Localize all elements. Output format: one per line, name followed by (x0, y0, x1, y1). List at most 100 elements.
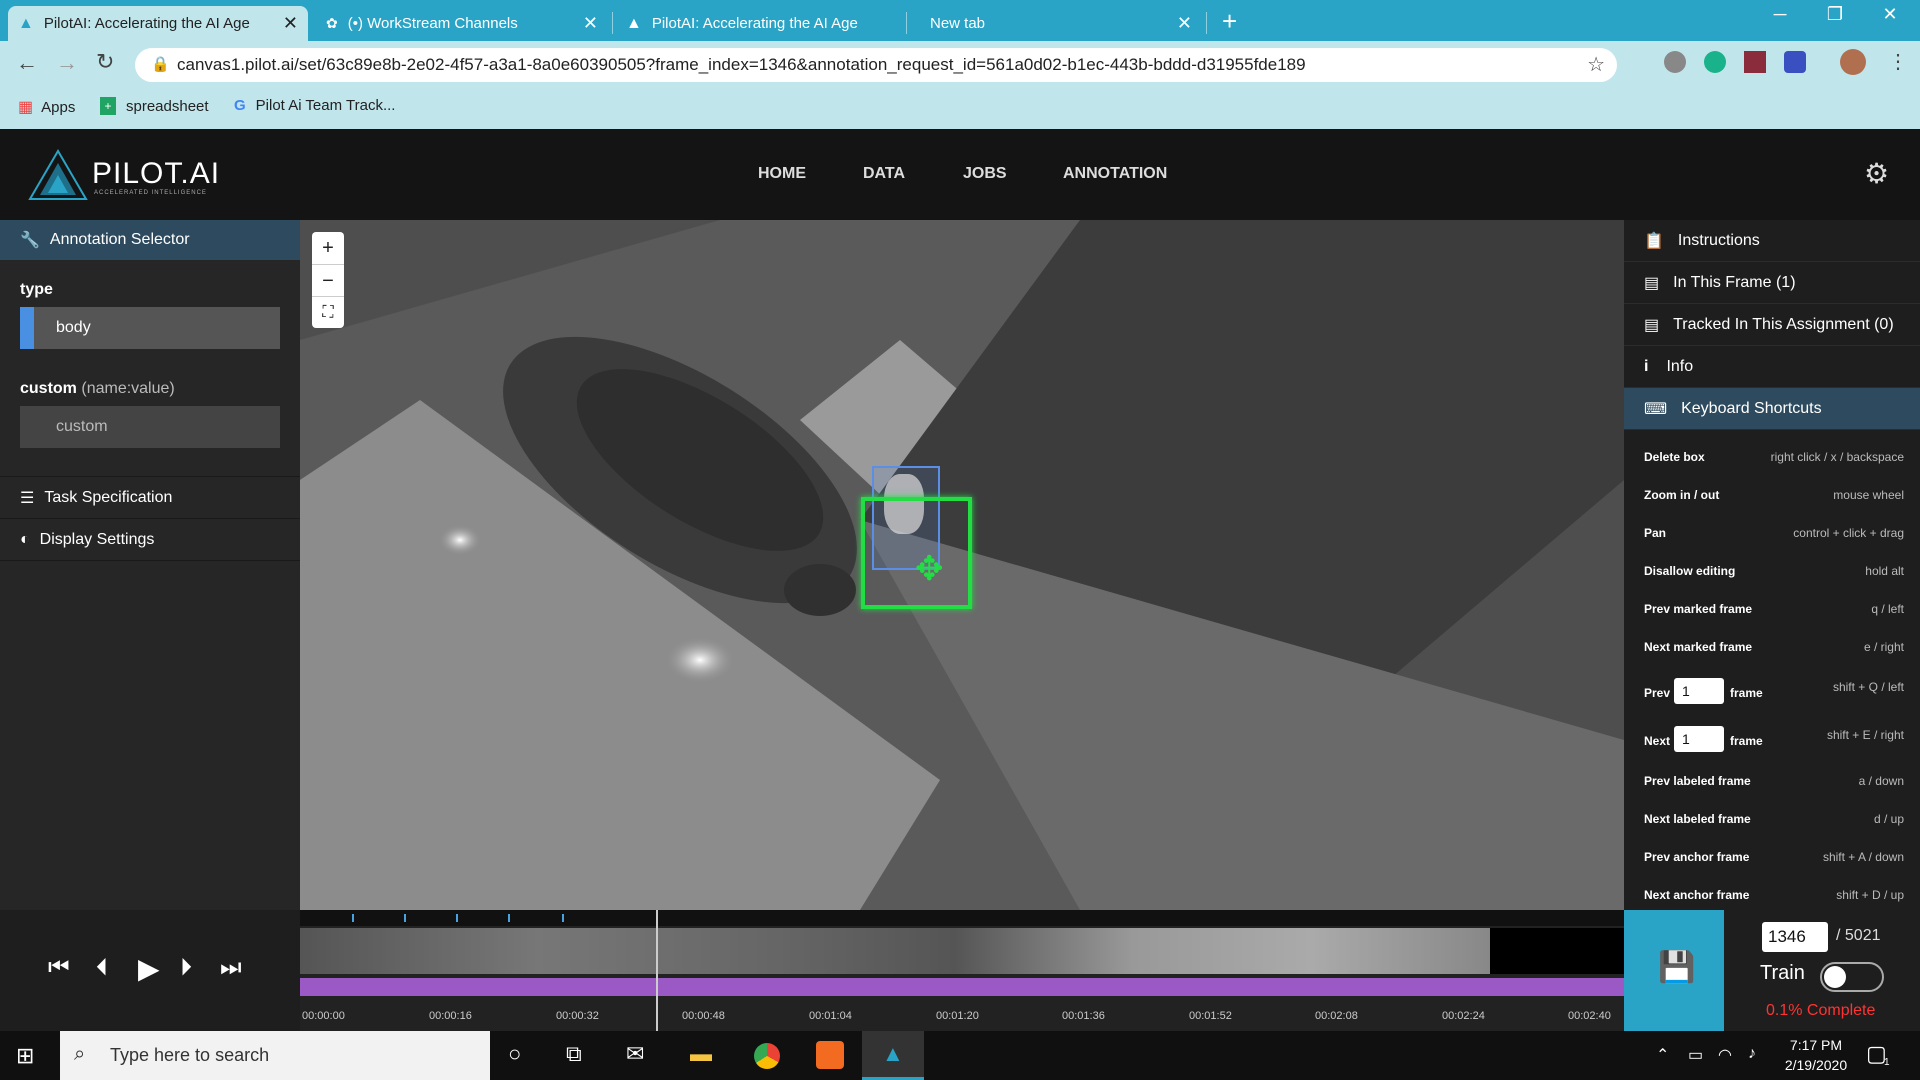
nav-jobs[interactable]: JOBS (963, 165, 1007, 183)
shortcut-keys: a / down (1858, 774, 1904, 788)
next-n-input[interactable]: 1 (1674, 726, 1724, 752)
pilot-favicon-icon: ▲ (626, 14, 642, 32)
menu-kebab-icon[interactable]: ⋮ (1888, 49, 1908, 74)
tab-title: New tab (930, 15, 986, 32)
gear-icon[interactable]: ⚙ (1864, 157, 1889, 190)
restore-icon[interactable]: ❐ (1815, 4, 1855, 25)
custom-input[interactable]: custom (20, 406, 280, 448)
chevron-up-icon[interactable]: ⌃ (1656, 1045, 1669, 1065)
nav-annotation[interactable]: ANNOTATION (1063, 165, 1167, 183)
frame-number-input[interactable]: 1346 (1762, 922, 1828, 952)
shortcut-row: Prev labeled frame a / down (1644, 774, 1904, 794)
shortcut-keys: right click / x / backspace (1770, 450, 1904, 464)
keyboard-shortcuts-label: Keyboard Shortcuts (1681, 399, 1822, 417)
pilot-logo[interactable] (28, 149, 88, 206)
instructions-item[interactable]: 📋 Instructions (1624, 220, 1920, 262)
close-tab-icon[interactable]: ✕ (283, 13, 298, 34)
forward-icon[interactable]: → (56, 50, 78, 76)
time-tick: 00:01:04 (809, 1010, 852, 1022)
annotation-selector-header[interactable]: 🔧 Annotation Selector (0, 220, 300, 260)
annotation-bounding-box[interactable]: ✥ (861, 497, 972, 609)
save-button[interactable]: 💾 (1624, 910, 1724, 1031)
zoom-in-icon[interactable]: + (312, 232, 344, 264)
extension-icon[interactable] (1664, 51, 1686, 73)
battery-icon[interactable]: ▭ (1688, 1045, 1703, 1065)
shortcut-name: Prev labeled frame (1644, 774, 1751, 788)
display-settings-item[interactable]: ◐ Display Settings (0, 520, 300, 560)
extension-icon[interactable] (1704, 51, 1726, 73)
clock-date[interactable]: 2/19/2020 (1780, 1057, 1852, 1073)
address-bar[interactable]: 🔒 canvas1.pilot.ai/set/63c89e8b-2e02-4f5… (135, 48, 1617, 82)
chrome-icon[interactable] (754, 1043, 780, 1069)
browser-tab-active[interactable]: ▲ PilotAI: Accelerating the AI Age ✕ (8, 6, 308, 41)
instructions-label: Instructions (1677, 231, 1760, 249)
in-this-frame-label: In This Frame (1) (1673, 273, 1796, 291)
marker (456, 914, 458, 922)
back-icon[interactable]: ← (16, 50, 38, 76)
move-handle-icon[interactable]: ✥ (915, 552, 944, 586)
train-toggle[interactable] (1820, 962, 1884, 992)
close-window-icon[interactable]: ✕ (1870, 4, 1910, 25)
type-select[interactable]: body (20, 307, 280, 349)
tracked-item[interactable]: ▤ Tracked In This Assignment (0) (1624, 304, 1920, 346)
lock-icon: 🔒 (151, 56, 170, 73)
thumbnail-strip-empty (1490, 928, 1624, 974)
file-explorer-icon[interactable]: ▬ (690, 1041, 712, 1067)
mail-icon[interactable]: ✉ (626, 1041, 644, 1067)
windows-start-icon[interactable]: ⊞ (16, 1043, 34, 1069)
avatar[interactable] (1840, 49, 1866, 75)
browser-tab[interactable]: ✿ (•) WorkStream Channels ✕ (316, 6, 608, 41)
volume-icon[interactable]: ♪ (1748, 1045, 1756, 1063)
bookmark-label: Apps (41, 98, 76, 116)
browser-tab[interactable]: New tab ✕ (910, 6, 1202, 41)
in-this-frame-item[interactable]: ▤ In This Frame (1) (1624, 262, 1920, 304)
video-frame-canvas[interactable]: + − ⛶ ✥ (300, 220, 1624, 910)
display-settings-label: Display Settings (39, 531, 155, 548)
task-view-icon[interactable]: ⧉ (566, 1041, 582, 1067)
xampp-icon[interactable] (816, 1041, 844, 1069)
minimize-icon[interactable]: ─ (1760, 4, 1800, 25)
time-tick: 00:02:08 (1315, 1010, 1358, 1022)
task-specification-item[interactable]: ☰ Task Specification (0, 478, 300, 518)
progress-track[interactable] (300, 978, 1624, 996)
new-tab-icon[interactable]: + (1222, 6, 1237, 37)
frame-total: / 5021 (1836, 927, 1881, 944)
divider (0, 518, 300, 519)
wrench-icon: 🔧 (20, 232, 40, 249)
skip-to-end-icon[interactable]: ⏭ (220, 954, 242, 982)
wifi-icon[interactable]: ◠ (1718, 1045, 1732, 1065)
bookmark-star-icon[interactable]: ☆ (1587, 52, 1605, 77)
timeline[interactable]: 00:00:00 00:00:16 00:00:32 00:00:48 00:0… (300, 910, 1624, 1031)
frame-panel: 💾 1346 / 5021 Train 0.1% Complete (1624, 910, 1920, 1031)
info-item[interactable]: i Info (1624, 346, 1920, 388)
tab-divider (906, 12, 907, 34)
extension-icon[interactable] (1784, 51, 1806, 73)
active-app-pilot-icon[interactable]: ▲ (862, 1031, 924, 1080)
nav-data[interactable]: DATA (863, 165, 905, 183)
prev-n-input[interactable]: 1 (1674, 678, 1724, 704)
step-back-icon[interactable]: ⏴ (96, 954, 108, 982)
extension-icon[interactable] (1744, 51, 1766, 73)
zoom-out-icon[interactable]: − (312, 264, 344, 296)
fit-frame-icon[interactable]: ⛶ (312, 296, 344, 328)
task-spec-label: Task Specification (44, 489, 173, 506)
step-forward-icon[interactable]: ⏵ (180, 954, 192, 982)
playhead[interactable] (656, 910, 658, 1031)
bookmark-pilot-tracker[interactable]: G Pilot Ai Team Track... (234, 97, 395, 114)
bookmark-apps[interactable]: ▦ Apps (18, 97, 75, 117)
close-tab-icon[interactable]: ✕ (1177, 13, 1192, 34)
play-icon[interactable]: ▶ (138, 952, 160, 985)
keyboard-icon: ⌨ (1644, 400, 1668, 418)
cortana-icon[interactable]: ○ (508, 1041, 521, 1067)
skip-to-start-icon[interactable]: ⏮ (48, 954, 70, 982)
clock-time[interactable]: 7:17 PM (1786, 1037, 1846, 1053)
keyboard-shortcuts-item[interactable]: ⌨ Keyboard Shortcuts (1624, 388, 1920, 430)
bookmark-spreadsheet[interactable]: + spreadsheet (100, 97, 209, 115)
reload-icon[interactable]: ↻ (96, 49, 114, 75)
completion-status: 0.1% Complete (1766, 1002, 1876, 1019)
browser-tab[interactable]: ▲ PilotAI: Accelerating the AI Age (616, 6, 906, 41)
save-disk-icon: 💾 (1658, 951, 1696, 984)
nav-home[interactable]: HOME (758, 165, 806, 183)
taskbar-search-input[interactable]: ⌕ Type here to search (60, 1031, 490, 1080)
close-tab-icon[interactable]: ✕ (583, 13, 598, 34)
